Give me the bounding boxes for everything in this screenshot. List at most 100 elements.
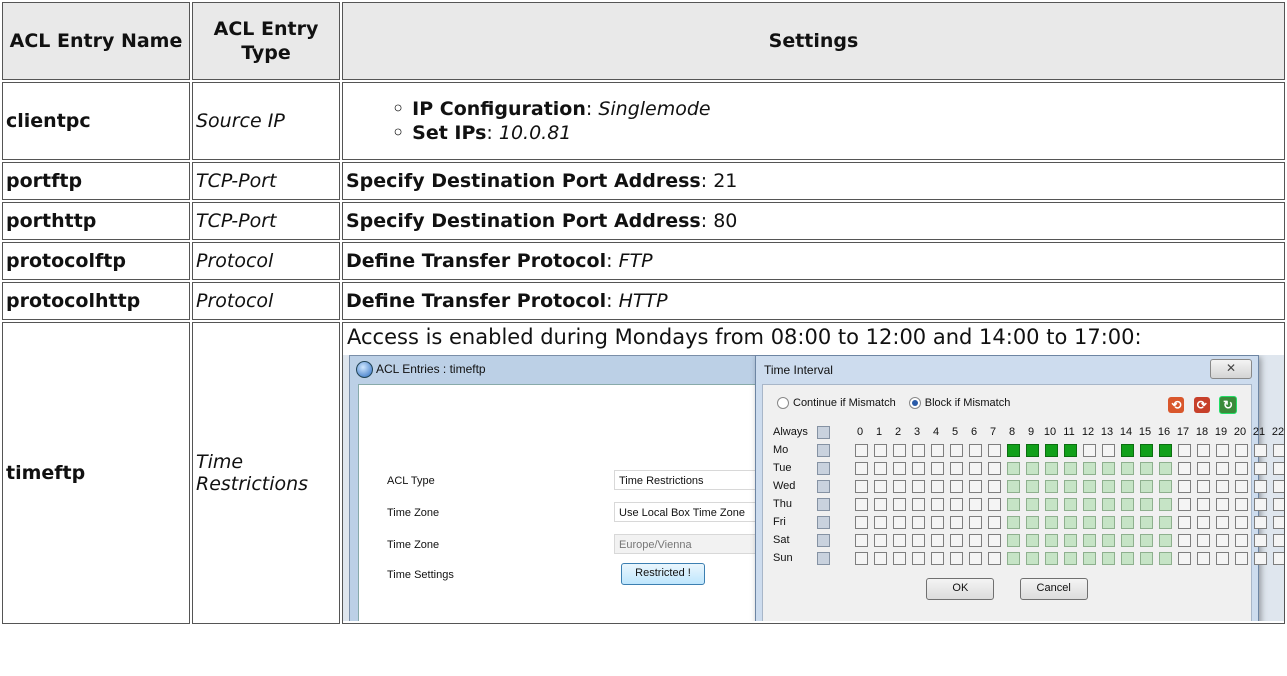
time-slot-cell[interactable] (874, 516, 887, 529)
time-slot-cell[interactable] (912, 462, 925, 475)
time-slot-cell[interactable] (1064, 534, 1077, 547)
time-slot-cell[interactable] (1254, 516, 1267, 529)
time-slot-cell[interactable] (1064, 516, 1077, 529)
time-slot-cell[interactable] (1197, 498, 1210, 511)
time-slot-cell[interactable] (1140, 462, 1153, 475)
time-slot-cell[interactable] (1121, 498, 1134, 511)
time-slot-cell[interactable] (855, 462, 868, 475)
time-slot-cell[interactable] (1178, 462, 1191, 475)
time-slot-cell[interactable] (1216, 498, 1229, 511)
time-slot-cell[interactable] (1026, 462, 1039, 475)
day-toggle[interactable] (817, 534, 830, 547)
time-slot-cell[interactable] (855, 552, 868, 565)
day-toggle[interactable] (817, 462, 830, 475)
time-slot-cell[interactable] (1007, 444, 1020, 457)
time-slot-cell[interactable] (1197, 462, 1210, 475)
time-slot-cell[interactable] (1216, 534, 1229, 547)
cancel-button[interactable]: Cancel (1019, 578, 1088, 600)
time-slot-cell[interactable] (1178, 498, 1191, 511)
time-slot-cell[interactable] (931, 534, 944, 547)
time-slot-cell[interactable] (1121, 552, 1134, 565)
time-slot-cell[interactable] (950, 516, 963, 529)
time-slot-cell[interactable] (1178, 534, 1191, 547)
time-slot-cell[interactable] (855, 444, 868, 457)
time-slot-cell[interactable] (1273, 462, 1284, 475)
time-slot-cell[interactable] (931, 516, 944, 529)
green-refresh-icon[interactable]: ↻ (1219, 396, 1237, 414)
time-slot-cell[interactable] (1121, 534, 1134, 547)
time-slot-cell[interactable] (912, 480, 925, 493)
time-slot-cell[interactable] (969, 516, 982, 529)
time-slot-cell[interactable] (893, 444, 906, 457)
time-slot-cell[interactable] (1102, 534, 1115, 547)
time-slot-cell[interactable] (1026, 480, 1039, 493)
time-slot-cell[interactable] (1235, 498, 1248, 511)
time-slot-cell[interactable] (969, 462, 982, 475)
time-slot-cell[interactable] (969, 480, 982, 493)
time-slot-cell[interactable] (1121, 516, 1134, 529)
time-slot-cell[interactable] (988, 534, 1001, 547)
time-slot-cell[interactable] (1235, 534, 1248, 547)
radio-continue-if-mismatch[interactable] (777, 397, 789, 410)
time-slot-cell[interactable] (1007, 552, 1020, 565)
time-slot-cell[interactable] (1083, 444, 1096, 457)
time-slot-cell[interactable] (893, 462, 906, 475)
time-slot-cell[interactable] (912, 498, 925, 511)
time-slot-cell[interactable] (1197, 480, 1210, 493)
time-slot-cell[interactable] (1045, 534, 1058, 547)
time-slot-cell[interactable] (1007, 462, 1020, 475)
day-toggle[interactable] (817, 480, 830, 493)
time-slot-cell[interactable] (1083, 462, 1096, 475)
time-slot-cell[interactable] (988, 516, 1001, 529)
time-slot-cell[interactable] (931, 498, 944, 511)
time-slot-cell[interactable] (931, 480, 944, 493)
time-slot-cell[interactable] (874, 552, 887, 565)
time-slot-cell[interactable] (1045, 462, 1058, 475)
day-toggle[interactable] (817, 552, 830, 565)
time-slot-cell[interactable] (1178, 480, 1191, 493)
time-slot-cell[interactable] (912, 516, 925, 529)
time-slot-cell[interactable] (1045, 498, 1058, 511)
restricted-button[interactable]: Restricted ! (621, 563, 705, 585)
time-slot-cell[interactable] (1159, 516, 1172, 529)
time-slot-cell[interactable] (931, 462, 944, 475)
time-slot-cell[interactable] (1121, 444, 1134, 457)
time-slot-cell[interactable] (1197, 534, 1210, 547)
time-slot-cell[interactable] (1026, 444, 1039, 457)
time-slot-cell[interactable] (1102, 480, 1115, 493)
time-slot-cell[interactable] (1083, 516, 1096, 529)
time-slot-cell[interactable] (1083, 552, 1096, 565)
time-slot-cell[interactable] (950, 462, 963, 475)
time-slot-cell[interactable] (1273, 480, 1284, 493)
time-slot-cell[interactable] (1140, 444, 1153, 457)
time-slot-cell[interactable] (1140, 480, 1153, 493)
time-slot-cell[interactable] (1216, 552, 1229, 565)
time-slot-cell[interactable] (1254, 534, 1267, 547)
time-slot-cell[interactable] (1045, 516, 1058, 529)
time-slot-cell[interactable] (893, 552, 906, 565)
time-slot-cell[interactable] (912, 534, 925, 547)
time-slot-cell[interactable] (1083, 498, 1096, 511)
time-slot-cell[interactable] (1007, 516, 1020, 529)
time-slot-cell[interactable] (1159, 552, 1172, 565)
time-slot-cell[interactable] (1235, 462, 1248, 475)
red-clock-icon[interactable]: ⟲ (1168, 397, 1185, 413)
time-slot-cell[interactable] (969, 552, 982, 565)
time-slot-cell[interactable] (1254, 462, 1267, 475)
time-slot-cell[interactable] (1159, 462, 1172, 475)
time-slot-cell[interactable] (1140, 534, 1153, 547)
time-slot-cell[interactable] (893, 534, 906, 547)
time-slot-cell[interactable] (969, 444, 982, 457)
time-slot-cell[interactable] (931, 444, 944, 457)
time-slot-cell[interactable] (1083, 480, 1096, 493)
time-slot-cell[interactable] (1178, 552, 1191, 565)
time-slot-cell[interactable] (1121, 480, 1134, 493)
time-slot-cell[interactable] (988, 444, 1001, 457)
time-slot-cell[interactable] (893, 498, 906, 511)
time-slot-cell[interactable] (969, 498, 982, 511)
time-slot-cell[interactable] (1235, 516, 1248, 529)
time-slot-cell[interactable] (950, 480, 963, 493)
time-slot-cell[interactable] (1026, 516, 1039, 529)
time-slot-cell[interactable] (893, 480, 906, 493)
time-slot-cell[interactable] (1273, 534, 1284, 547)
